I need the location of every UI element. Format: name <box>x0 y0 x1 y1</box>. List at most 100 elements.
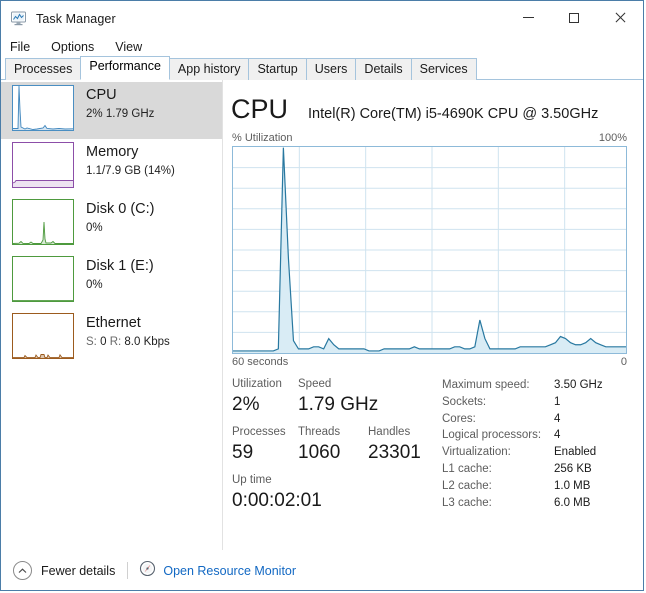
menu-item-view[interactable]: View <box>115 40 142 54</box>
spec-value: 3.50 GHz <box>554 379 603 391</box>
spec-row-l1-cache: L1 cache: 256 KB <box>442 461 643 478</box>
ethernet-recv-label: R: <box>109 336 122 348</box>
disk0-thumbnail-graph <box>12 199 74 245</box>
chevron-up-icon <box>13 561 32 580</box>
open-resource-monitor-link[interactable]: Open Resource Monitor <box>139 560 296 582</box>
sidebar-memory-labels: Memory 1.1/7.9 GB (14%) <box>86 142 175 179</box>
sidebar-item-subtitle: 0% <box>86 222 103 234</box>
spec-row-l3-cache: L3 cache: 6.0 MB <box>442 495 643 512</box>
ethernet-thumbnail-graph <box>12 313 74 359</box>
spec-row-sockets: Sockets: 1 <box>442 394 643 411</box>
sidebar-item-cpu[interactable]: CPU 2% 1.79 GHz <box>1 82 222 139</box>
status-footer: Fewer details Open Resource Monitor <box>1 550 643 590</box>
spec-value: Enabled <box>554 446 597 459</box>
spec-value: 256 KB <box>554 462 592 475</box>
panel-header: CPU Intel(R) Core(TM) i5-4690K CPU @ 3.5… <box>223 80 643 125</box>
stat-value: 2% <box>232 394 260 415</box>
menu-item-options[interactable]: Options <box>51 40 94 54</box>
footer-divider <box>127 562 129 579</box>
tab-performance[interactable]: Performance <box>80 56 170 80</box>
sidebar-item-label: Disk 1 (E:) <box>86 258 154 274</box>
spec-value: 6.0 MB <box>554 496 591 509</box>
cpu-utilization-graph <box>232 146 627 354</box>
ethernet-send-value: 0 <box>100 336 107 348</box>
stat-label: Utilization <box>232 378 282 390</box>
stat-threads: Threads 1060 <box>298 425 368 465</box>
sidebar-item-subtitle: 0% <box>86 279 103 291</box>
sidebar-item-ethernet[interactable]: Ethernet S: 0 R: 8.0 Kbps <box>1 310 222 367</box>
menu-bar: File Options View <box>1 36 643 57</box>
menu-item-file[interactable]: File <box>10 40 30 54</box>
ethernet-recv-value: 8.0 Kbps <box>124 336 170 348</box>
minimize-icon <box>522 17 534 18</box>
sidebar-disk1-labels: Disk 1 (E:) 0% <box>86 256 154 293</box>
stat-uptime: Up time 0:00:02:01 <box>232 473 322 513</box>
maximize-button[interactable] <box>551 1 597 34</box>
spec-row-maximum-speed: Maximum speed: 3.50 GHz <box>442 377 643 394</box>
window-controls <box>505 1 643 34</box>
cpu-model-name: Intel(R) Core(TM) i5-4690K CPU @ 3.50GHz <box>308 106 599 122</box>
sidebar-item-label: Ethernet <box>86 315 141 331</box>
close-button[interactable] <box>597 1 643 34</box>
tab-processes[interactable]: Processes <box>5 58 82 80</box>
stat-utilization: Utilization 2% <box>232 377 298 417</box>
spec-key: L1 cache: <box>442 462 492 475</box>
tab-services[interactable]: Services <box>410 58 477 80</box>
sidebar-item-disk0[interactable]: Disk 0 (C:) 0% <box>1 196 222 253</box>
stat-label: Handles <box>368 426 411 438</box>
window-title: Task Manager <box>36 11 116 26</box>
stats-row-uptime: Up time 0:00:02:01 <box>232 473 437 513</box>
spec-key: Sockets: <box>442 395 487 408</box>
stats-row-processes: Processes 59 Threads 1060 Handles 23301 <box>232 425 437 465</box>
sidebar-item-subtitle: 2% 1.79 GHz <box>86 108 155 120</box>
task-manager-window: Task Manager File Options View Processes… <box>0 0 644 591</box>
page-title: CPU <box>231 94 289 124</box>
sidebar-item-label: Disk 0 (C:) <box>86 201 155 217</box>
tab-details[interactable]: Details <box>355 58 412 80</box>
spec-value: 4 <box>554 429 561 442</box>
tab-users[interactable]: Users <box>305 58 357 80</box>
sidebar-item-label: CPU <box>86 87 117 103</box>
tab-startup[interactable]: Startup <box>248 58 307 80</box>
task-manager-icon <box>10 10 27 27</box>
minimize-button[interactable] <box>505 1 551 34</box>
content-area: CPU 2% 1.79 GHz Memory 1.1/7.9 GB (14%) <box>1 80 643 587</box>
stat-processes: Processes 59 <box>232 425 298 465</box>
stat-label: Speed <box>298 378 332 390</box>
stat-label: Threads <box>298 426 341 438</box>
stats-left-column: Utilization 2% Speed 1.79 GHz Processes … <box>232 377 437 521</box>
sidebar-cpu-labels: CPU 2% 1.79 GHz <box>86 85 154 122</box>
sidebar-item-subtitle: S: 0 R: 8.0 Kbps <box>86 334 170 350</box>
fewer-details-button[interactable]: Fewer details <box>13 561 115 580</box>
stat-speed: Speed 1.79 GHz <box>298 377 379 417</box>
resource-monitor-label: Open Resource Monitor <box>163 563 297 578</box>
spec-value: 1.0 MB <box>554 479 591 492</box>
stat-value: 23301 <box>368 442 421 463</box>
tab-app-history[interactable]: App history <box>168 58 250 80</box>
title-bar: Task Manager <box>1 1 643 36</box>
stat-value: 1060 <box>298 442 341 463</box>
spec-row-l2-cache: L2 cache: 1.0 MB <box>442 478 643 495</box>
graph-y-max-label: 100% <box>598 132 627 144</box>
cpu-thumbnail-graph <box>12 85 74 131</box>
graph-x-right-label: 0 <box>620 356 627 368</box>
ethernet-send-label: S: <box>86 336 97 348</box>
spec-row-cores: Cores: 4 <box>442 411 643 428</box>
stat-value: 59 <box>232 442 254 463</box>
close-icon <box>614 12 626 24</box>
stat-value: 1.79 GHz <box>298 394 379 415</box>
maximize-icon <box>569 12 579 23</box>
sidebar-item-label: Memory <box>86 144 139 160</box>
spec-key: L2 cache: <box>442 479 492 492</box>
performance-detail-panel: CPU Intel(R) Core(TM) i5-4690K CPU @ 3.5… <box>223 80 643 587</box>
stats-area: Utilization 2% Speed 1.79 GHz Processes … <box>223 368 643 521</box>
stat-label: Processes <box>232 426 286 438</box>
spec-key: L3 cache: <box>442 496 492 509</box>
spec-key: Maximum speed: <box>442 379 530 391</box>
sidebar-item-disk1[interactable]: Disk 1 (E:) 0% <box>1 253 222 310</box>
stat-handles: Handles 23301 <box>368 425 437 465</box>
spec-row-virtualization: Virtualization: Enabled <box>442 444 643 461</box>
spec-key: Logical processors: <box>442 429 542 442</box>
spec-value: 4 <box>554 412 561 425</box>
sidebar-item-memory[interactable]: Memory 1.1/7.9 GB (14%) <box>1 139 222 196</box>
